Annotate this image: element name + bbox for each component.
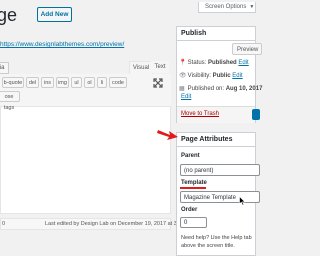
quicktag-del-button[interactable]: del (26, 77, 39, 88)
quicktag-li-button[interactable]: li (97, 77, 107, 88)
order-input[interactable]: 0 (180, 217, 207, 228)
status-edit-link[interactable]: Edit (238, 60, 248, 66)
visibility-edit-link[interactable]: Edit (232, 73, 242, 79)
order-label: Order (181, 207, 198, 213)
parent-select[interactable]: (no parent) (180, 164, 260, 176)
quicktag-ol-button[interactable]: ol (84, 77, 95, 88)
parent-label: Parent (181, 153, 200, 159)
status-label: Status: (187, 60, 207, 66)
page-title: ge (0, 5, 18, 25)
preview-button[interactable]: Preview (232, 43, 262, 55)
caret-down-icon: ▼ (249, 4, 255, 10)
published-on-row: ▦ Published on: Aug 10, 2017 (179, 85, 262, 92)
tab-visual[interactable]: Visual (129, 61, 153, 75)
screen-options-button[interactable]: Screen Options ▼ (198, 2, 256, 13)
move-to-trash-link[interactable]: Move to Trash (181, 111, 219, 117)
annotation-arrow-icon (157, 130, 178, 140)
published-edit-link[interactable]: Edit (181, 94, 191, 100)
divider (176, 146, 256, 147)
page-attributes-title: Page Attributes (181, 136, 233, 143)
mouse-cursor-icon (239, 196, 246, 206)
quicktag-code-button[interactable]: code (109, 77, 127, 88)
screen-options-label: Screen Options (205, 4, 247, 10)
word-count: 0 (2, 221, 6, 227)
visibility-label: Visibility: (187, 73, 211, 79)
template-label: Template (181, 180, 207, 186)
pin-icon: 📍 (179, 60, 187, 66)
quicktag-img-button[interactable]: img (56, 77, 69, 88)
add-media-button[interactable]: dia (0, 62, 9, 74)
fullscreen-expand-icon[interactable] (153, 78, 163, 88)
help-text: Need help? Use the Help tab above the sc… (181, 235, 252, 249)
close-tags-button[interactable]: ose tags (0, 91, 20, 111)
publish-box-title: Publish (181, 30, 207, 37)
status-value: Published (208, 60, 237, 66)
update-button[interactable] (252, 109, 260, 120)
quicktag-bquote-button[interactable]: b-quote (2, 77, 24, 88)
published-label: Published on: (187, 86, 225, 92)
published-edit-row: Edit (181, 94, 191, 100)
quicktag-ul-button[interactable]: ul (71, 77, 82, 88)
permalink-link[interactable]: https://www.designlabthemes.com/preview/ (0, 41, 124, 48)
calendar-icon: ▦ (179, 86, 185, 92)
visibility-value: Public (212, 73, 231, 79)
tab-text[interactable]: Text (151, 61, 169, 73)
last-edited-text: Last edited by Design Lab on December 19… (45, 221, 194, 227)
eye-icon: 👁 (179, 73, 187, 79)
quicktag-ins-button[interactable]: ins (41, 77, 54, 88)
status-row: 📍 Status: Published Edit (179, 59, 249, 66)
visibility-row: 👁 Visibility: Public Edit (179, 72, 243, 79)
annotation-underline (180, 187, 206, 189)
published-value: Aug 10, 2017 (225, 86, 263, 92)
divider (176, 40, 256, 41)
template-select[interactable]: Magazine Template (180, 191, 260, 203)
add-new-button[interactable]: Add New (37, 7, 72, 22)
